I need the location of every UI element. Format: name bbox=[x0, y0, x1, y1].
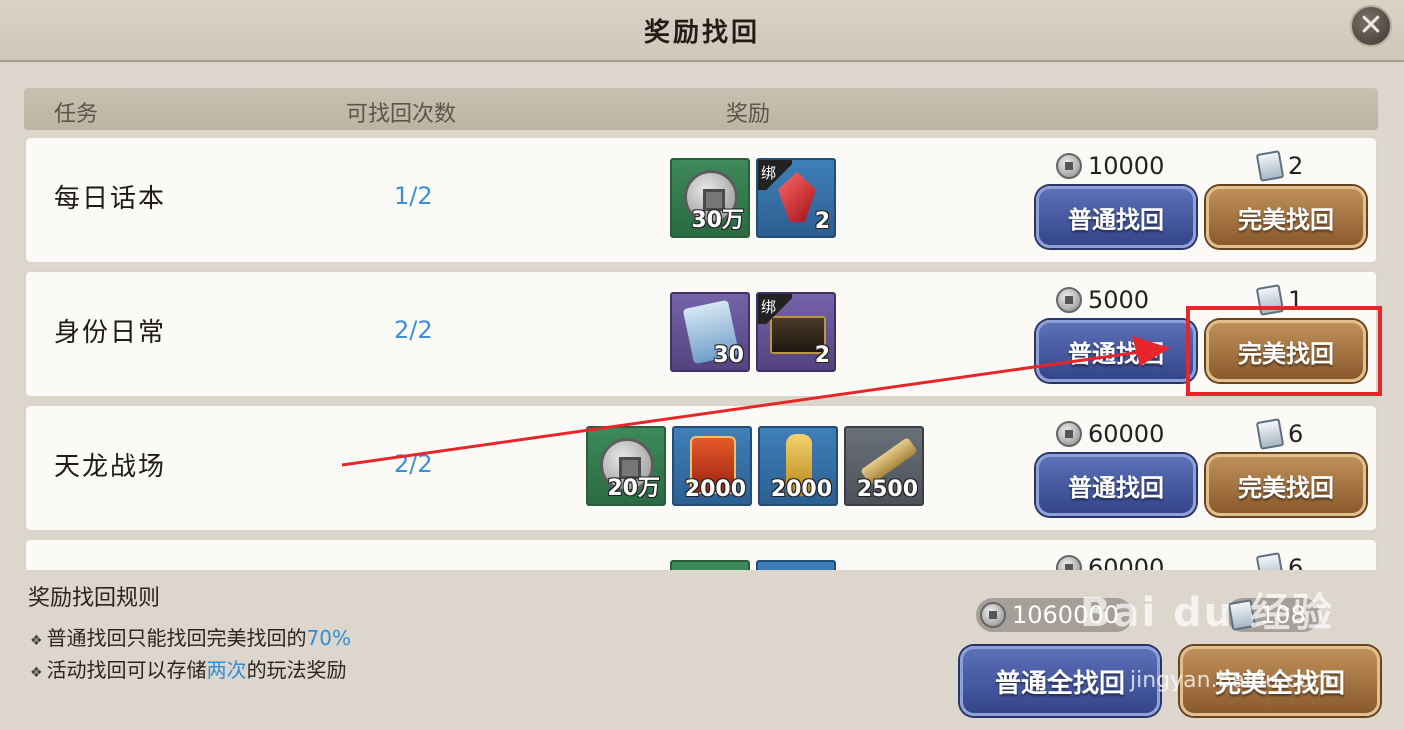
reward-list bbox=[670, 560, 836, 570]
reward-item[interactable] bbox=[670, 560, 750, 570]
reward-qty: 2000 bbox=[684, 477, 746, 502]
table-row: 天龙战场 2/2 20万 2000 2000 2500 60000 6 普通找回… bbox=[24, 404, 1378, 532]
silver-icon bbox=[1056, 421, 1082, 447]
perfect-cost-value: 2 bbox=[1288, 152, 1304, 180]
retrieve-count: 1/2 bbox=[394, 182, 433, 210]
reward-item[interactable]: 2000 bbox=[672, 426, 752, 506]
rule-text: 活动找回可以存储 bbox=[46, 658, 207, 682]
perfect-cost: 2 bbox=[1255, 150, 1304, 182]
annotation-highlight-box bbox=[1186, 306, 1382, 396]
rule-text: 普通找回只能找回完美找回的 bbox=[46, 626, 307, 650]
silver-icon bbox=[1056, 555, 1082, 570]
task-name: 身份日常 bbox=[54, 318, 167, 348]
title-bar: 奖励找回 ✕ bbox=[0, 0, 1404, 62]
reward-item[interactable]: 30万 bbox=[670, 158, 750, 238]
watermark-url: jingyan.baidu.com bbox=[1130, 668, 1334, 693]
perfect-cost-value: 6 bbox=[1288, 554, 1304, 570]
rule-highlight: 两次 bbox=[206, 658, 247, 682]
table-row: 身份日常 2/2 30 绑 2 5000 1 普通找回 完美找回 bbox=[24, 270, 1378, 398]
reward-qty: 2 bbox=[814, 209, 830, 234]
header-task: 任务 bbox=[54, 102, 99, 127]
reward-item[interactable]: 2000 bbox=[758, 426, 838, 506]
header-count: 可找回次数 bbox=[346, 102, 457, 127]
normal-cost-value: 5000 bbox=[1088, 286, 1150, 314]
table-row: 60000 6 bbox=[24, 538, 1378, 570]
reward-list: 30 绑 2 bbox=[670, 292, 836, 374]
reward-item[interactable]: 绑 2 bbox=[756, 292, 836, 372]
rules-title: 奖励找回规则 bbox=[28, 586, 161, 611]
table-row: 每日话本 1/2 30万 绑 2 10000 2 普通找回 完美找回 bbox=[24, 136, 1378, 264]
rule-text: 的玩法奖励 bbox=[246, 658, 347, 682]
bound-badge: 绑 bbox=[758, 294, 792, 324]
reward-item[interactable]: 2500 bbox=[844, 426, 924, 506]
reward-qty: 30 bbox=[713, 343, 744, 368]
retrieve-count: 2/2 bbox=[394, 316, 433, 344]
normal-cost: 60000 bbox=[1056, 420, 1164, 448]
normal-retrieve-button[interactable]: 普通找回 bbox=[1036, 186, 1196, 248]
rule-highlight: 70% bbox=[306, 626, 352, 650]
reward-list: 30万 绑 2 bbox=[670, 158, 836, 240]
reward-qty: 2500 bbox=[856, 477, 918, 502]
normal-cost: 5000 bbox=[1056, 286, 1149, 314]
normal-cost: 10000 bbox=[1056, 152, 1164, 180]
normal-cost-value: 10000 bbox=[1088, 152, 1165, 180]
perfect-cost-value: 6 bbox=[1288, 420, 1304, 448]
normal-cost: 60000 bbox=[1056, 554, 1164, 570]
normal-cost-value: 60000 bbox=[1088, 554, 1165, 570]
silver-icon bbox=[1056, 153, 1082, 179]
reward-qty: 2000 bbox=[770, 477, 832, 502]
perfect-retrieve-button[interactable]: 完美找回 bbox=[1206, 186, 1366, 248]
table-header: 任务 可找回次数 奖励 bbox=[24, 88, 1378, 130]
normal-retrieve-button[interactable]: 普通找回 bbox=[1036, 320, 1196, 382]
normal-cost-value: 60000 bbox=[1088, 420, 1165, 448]
reward-item[interactable]: 20万 bbox=[586, 426, 666, 506]
perfect-cost: 6 bbox=[1255, 552, 1304, 570]
header-reward: 奖励 bbox=[726, 102, 771, 127]
reward-item[interactable]: 绑 2 bbox=[756, 158, 836, 238]
task-name: 每日话本 bbox=[54, 184, 167, 214]
bound-badge: 绑 bbox=[758, 160, 792, 190]
ticket-icon bbox=[1255, 418, 1285, 450]
normal-retrieve-button[interactable]: 普通找回 bbox=[1036, 454, 1196, 516]
reward-item[interactable] bbox=[756, 560, 836, 570]
reward-qty: 30万 bbox=[691, 208, 744, 233]
ticket-icon bbox=[1255, 150, 1285, 182]
reward-qty: 20万 bbox=[607, 476, 660, 501]
task-name: 天龙战场 bbox=[54, 452, 167, 482]
rule-line-2: 活动找回可以存储两次的玩法奖励 bbox=[30, 654, 347, 683]
ticket-icon bbox=[1255, 552, 1285, 570]
window-title: 奖励找回 bbox=[643, 17, 760, 48]
rule-line-1: 普通找回只能找回完美找回的70% bbox=[30, 622, 351, 651]
silver-icon bbox=[1056, 287, 1082, 313]
watermark-logo: Bai du 经验 bbox=[1080, 590, 1335, 636]
silver-icon bbox=[980, 602, 1006, 628]
reward-item[interactable]: 30 bbox=[670, 292, 750, 372]
perfect-retrieve-button[interactable]: 完美找回 bbox=[1206, 454, 1366, 516]
perfect-cost: 6 bbox=[1255, 418, 1304, 450]
retrieve-count: 2/2 bbox=[394, 450, 433, 478]
close-icon[interactable]: ✕ bbox=[1350, 5, 1392, 47]
reward-list: 20万 2000 2000 2500 bbox=[586, 426, 924, 508]
reward-qty: 2 bbox=[814, 343, 830, 368]
task-list-panel[interactable]: 任务 可找回次数 奖励 每日话本 1/2 30万 绑 2 10000 2 普通找… bbox=[20, 84, 1384, 570]
